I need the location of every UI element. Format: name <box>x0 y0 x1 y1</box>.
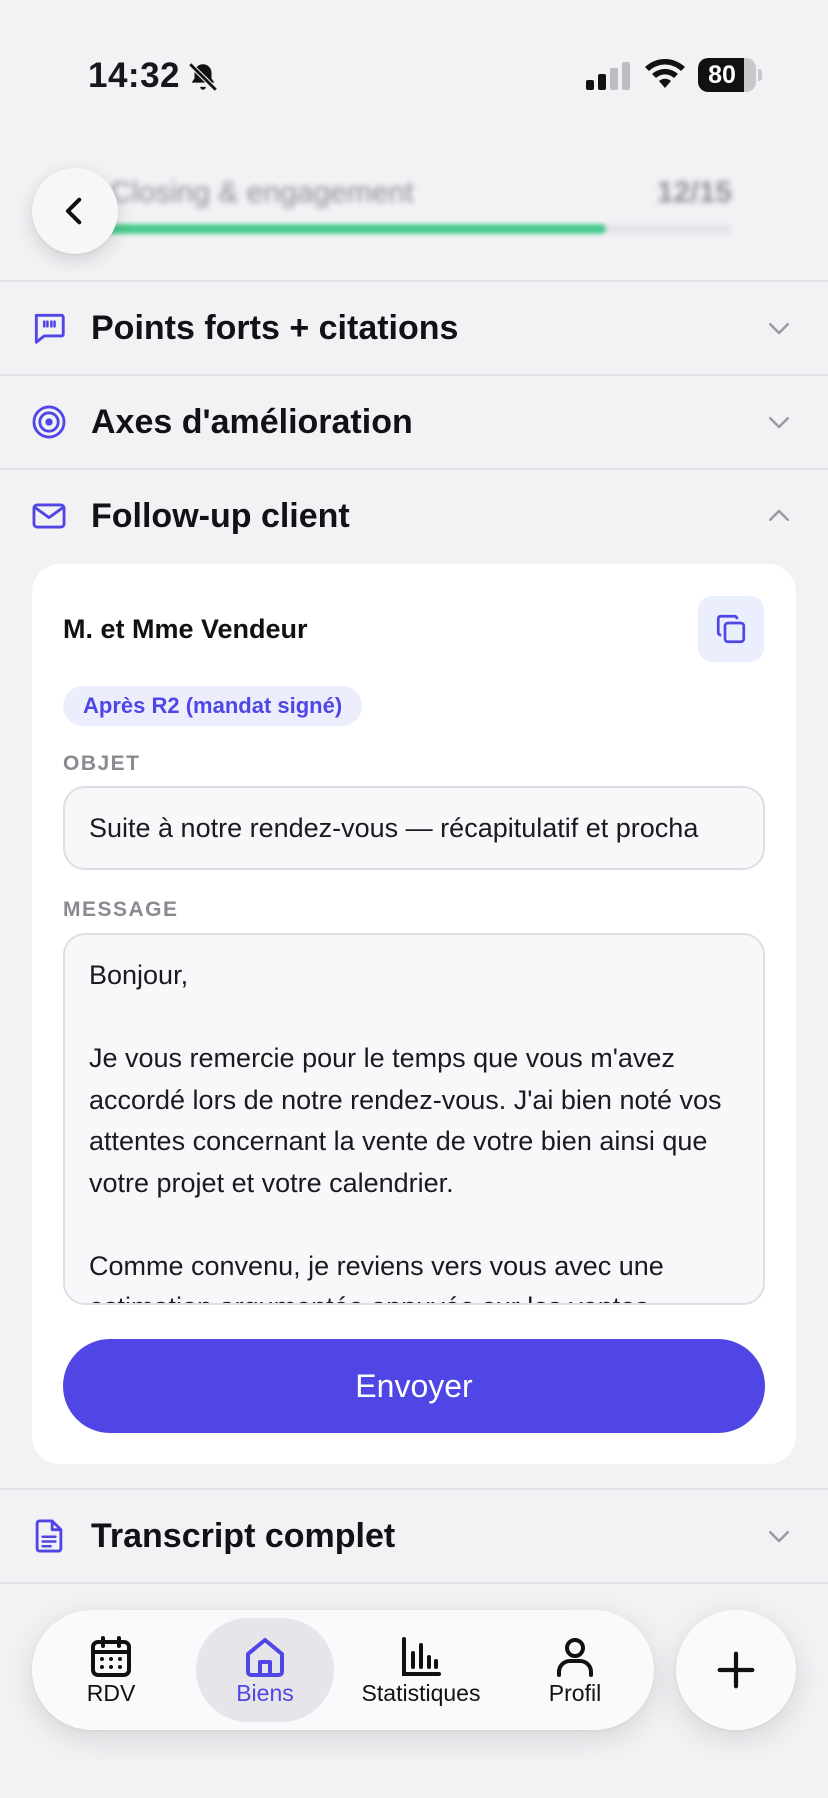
add-button[interactable] <box>676 1610 796 1730</box>
message-field[interactable]: Bonjour, Je vous remercie pour le temps … <box>63 933 765 1305</box>
progress-step-count: 12/15 <box>656 176 732 209</box>
progress-bar-fill <box>100 224 606 234</box>
chevron-up-icon <box>769 509 789 521</box>
chevron-down-icon <box>769 323 789 335</box>
tab-biens[interactable]: Biens <box>196 1618 334 1722</box>
bottom-tab-bar: RDV Biens Statistiques Profil <box>32 1610 654 1730</box>
status-bar: 14:32 80 <box>0 0 828 150</box>
battery-icon: 80 <box>698 58 762 92</box>
mail-icon <box>32 503 66 529</box>
section-title: Transcript complet <box>91 1516 396 1555</box>
section-title: Points forts + citations <box>91 308 459 347</box>
follow-up-card: M. et Mme Vendeur Après R2 (mandat signé… <box>32 564 796 1464</box>
tab-statistiques[interactable]: Statistiques <box>352 1618 490 1722</box>
status-badge: Après R2 (mandat signé) <box>63 686 363 726</box>
target-icon <box>32 405 66 439</box>
section-title: Follow-up client <box>91 496 350 535</box>
tab-label: Biens <box>236 1680 294 1706</box>
section-title: Axes d'amélioration <box>91 402 413 441</box>
subject-label: OBJET <box>63 752 141 775</box>
chevron-left-icon <box>65 197 82 225</box>
calendar-icon <box>91 1636 131 1677</box>
section-transcript-complet[interactable]: Transcript complet <box>0 1490 828 1582</box>
plus-icon <box>717 1651 755 1689</box>
bar-chart-icon <box>402 1637 441 1676</box>
subject-field[interactable]: Suite à notre rendez-vous — récapitulati… <box>63 786 765 870</box>
signal-icon <box>586 62 630 90</box>
copy-button[interactable] <box>698 596 764 662</box>
tab-label: RDV <box>86 1680 136 1706</box>
quote-bubble-icon <box>34 313 65 344</box>
step-progress-header: Closing & engagement 12/15 <box>0 150 828 280</box>
section-axes-amelioration[interactable]: Axes d'amélioration <box>0 376 828 468</box>
bell-slash-icon <box>188 62 218 92</box>
back-button[interactable] <box>32 168 118 254</box>
battery-level: 80 <box>708 61 736 89</box>
recipient-name: M. et Mme Vendeur <box>63 614 308 644</box>
section-points-forts[interactable]: Points forts + citations <box>0 282 828 374</box>
section-follow-up-client[interactable]: Follow-up client <box>0 470 828 562</box>
tab-profil[interactable]: Profil <box>506 1618 644 1722</box>
tab-rdv[interactable]: RDV <box>42 1618 180 1722</box>
status-time: 14:32 <box>88 56 181 95</box>
user-icon <box>557 1638 593 1677</box>
message-line <box>89 1204 739 1246</box>
message-line <box>89 997 739 1039</box>
progress-step-label: Closing & engagement <box>110 176 414 209</box>
divider <box>0 1582 828 1584</box>
wifi-icon <box>645 59 685 88</box>
message-line: Je vous remercie pour le temps que vous … <box>89 1043 722 1198</box>
document-icon <box>35 1519 63 1553</box>
chevron-down-icon <box>769 1531 789 1543</box>
home-icon <box>246 1638 284 1677</box>
message-label: MESSAGE <box>63 898 179 921</box>
message-line: Comme convenu, je reviens vers vous avec… <box>89 1250 664 1304</box>
send-button[interactable]: Envoyer <box>63 1339 765 1433</box>
message-line: Bonjour, <box>89 960 189 990</box>
copy-icon <box>716 614 746 644</box>
tab-label: Profil <box>548 1680 602 1706</box>
tab-label: Statistiques <box>361 1680 481 1706</box>
progress-bar <box>100 224 732 234</box>
chevron-down-icon <box>769 417 789 429</box>
